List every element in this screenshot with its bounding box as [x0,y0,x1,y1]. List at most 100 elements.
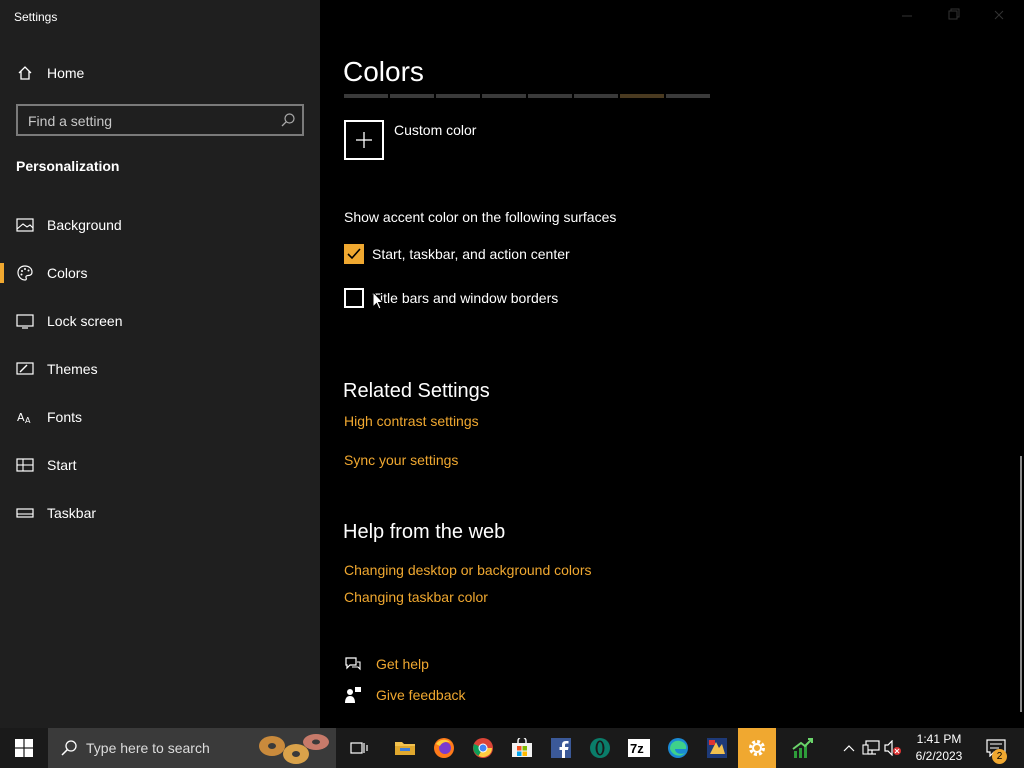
home-nav-item[interactable]: Home [0,51,320,95]
file-explorer-button[interactable] [386,728,424,768]
microsoft-store-button[interactable] [503,728,541,768]
changing-desktop-colors-link[interactable]: Changing desktop or background colors [344,562,592,578]
sidebar-item-lock-screen[interactable]: Lock screen [0,299,320,343]
chrome-button[interactable] [464,728,502,768]
minimize-icon [902,15,912,17]
sidebar-item-label: Taskbar [47,505,97,521]
checkbox-label: Title bars and window borders [372,290,559,306]
sidebar-item-themes[interactable]: Themes [0,347,320,391]
sidebar-item-fonts[interactable]: AA Fonts [0,395,320,439]
facebook-button[interactable] [542,728,580,768]
give-feedback-label: Give feedback [376,687,466,703]
help-from-web-heading: Help from the web [343,521,506,543]
find-setting-search-box[interactable] [16,104,304,136]
taskbar: Type here to search 7z 1:41 PM 6/2/2023 … [0,728,1024,768]
plus-icon [344,120,384,160]
get-help-label: Get help [376,656,429,672]
high-contrast-settings-link[interactable]: High contrast settings [344,413,479,429]
network-icon [862,740,880,755]
brush-icon [16,360,34,378]
sidebar-item-label: Lock screen [47,313,123,329]
checkbox-unchecked[interactable] [344,288,364,308]
sidebar-item-label: Fonts [47,409,83,425]
7zip-button[interactable]: 7z [620,728,658,768]
sidebar-item-taskbar[interactable]: Taskbar [0,491,320,535]
sync-settings-link[interactable]: Sync your settings [344,452,458,468]
taskbar-icon [16,504,34,522]
stock-chart-button[interactable] [784,728,822,768]
feedback-icon [344,686,362,704]
donut-illustration-icon [259,734,329,764]
section-heading: Personalization [16,158,120,174]
svg-text:A: A [17,411,25,424]
firefox-icon [434,738,454,758]
close-icon [994,10,1004,20]
accent-surfaces-heading: Show accent color on the following surfa… [344,209,617,225]
color-swatch[interactable] [482,94,526,98]
get-help-link[interactable]: Get help [344,655,429,673]
start-icon [16,456,34,474]
related-settings-heading: Related Settings [343,380,490,402]
palette-icon [16,264,34,282]
volume-button[interactable] [882,728,904,768]
start-taskbar-checkbox[interactable]: Start, taskbar, and action center [344,244,570,264]
color-swatch[interactable] [666,94,710,98]
clock-date: 6/2/2023 [915,749,963,763]
opera-button[interactable] [581,728,619,768]
search-icon[interactable] [280,112,296,128]
maximize-button[interactable] [930,0,976,32]
sidebar-item-label: Background [47,217,122,233]
app-title: Settings [14,10,58,24]
color-swatch[interactable] [344,94,388,98]
settings-button[interactable] [738,728,776,768]
clock[interactable]: 1:41 PM 6/2/2023 [908,731,970,765]
sidebar-item-colors[interactable]: Colors [0,251,320,295]
sidebar-item-start[interactable]: Start [0,443,320,487]
lock-screen-icon [16,312,34,330]
color-swatch[interactable] [436,94,480,98]
color-swatch[interactable] [574,94,618,98]
notification-count-badge: 2 [992,749,1007,764]
color-swatch[interactable] [390,94,434,98]
get-help-icon [344,655,362,673]
windows-logo-icon [15,739,33,757]
checkbox-checked[interactable] [344,244,364,264]
checkbox-label: Start, taskbar, and action center [372,246,570,262]
svg-text:A: A [25,416,31,425]
give-feedback-link[interactable]: Give feedback [344,686,466,704]
sidebar-item-label: Themes [47,361,98,377]
clock-time: 1:41 PM [916,732,962,746]
changing-taskbar-color-link[interactable]: Changing taskbar color [344,589,488,605]
checkmark-icon [347,248,361,260]
taskbar-search-placeholder: Type here to search [86,740,210,756]
system-tray [838,728,904,768]
firefox-button[interactable] [425,728,463,768]
app-button[interactable] [698,728,736,768]
edge-icon [668,738,688,758]
custom-color-button[interactable]: Custom color [344,120,476,160]
task-view-icon [350,742,368,754]
taskbar-search-box[interactable]: Type here to search [48,728,336,768]
start-button[interactable] [0,728,48,768]
main-content: Colors Custom color Show accent color on… [320,0,1024,728]
stock-chart-icon [792,738,813,758]
color-swatch-row [344,94,710,98]
maximize-icon [948,8,960,20]
minimize-button[interactable] [884,0,930,32]
volume-muted-icon [884,740,901,756]
network-button[interactable] [860,728,882,768]
task-view-button[interactable] [340,728,378,768]
chrome-icon [473,738,493,758]
sidebar-item-background[interactable]: Background [0,203,320,247]
search-input[interactable] [28,112,268,130]
sidebar-item-label: Start [47,457,77,473]
scrollbar-thumb[interactable] [1020,456,1022,712]
close-button[interactable] [976,0,1022,32]
app-icon [707,738,727,758]
color-swatch[interactable] [528,94,572,98]
sidebar-item-label: Colors [47,265,88,281]
edge-button[interactable] [659,728,697,768]
show-hidden-icons-button[interactable] [838,728,860,768]
color-swatch[interactable] [620,94,664,98]
picture-icon [16,216,34,234]
